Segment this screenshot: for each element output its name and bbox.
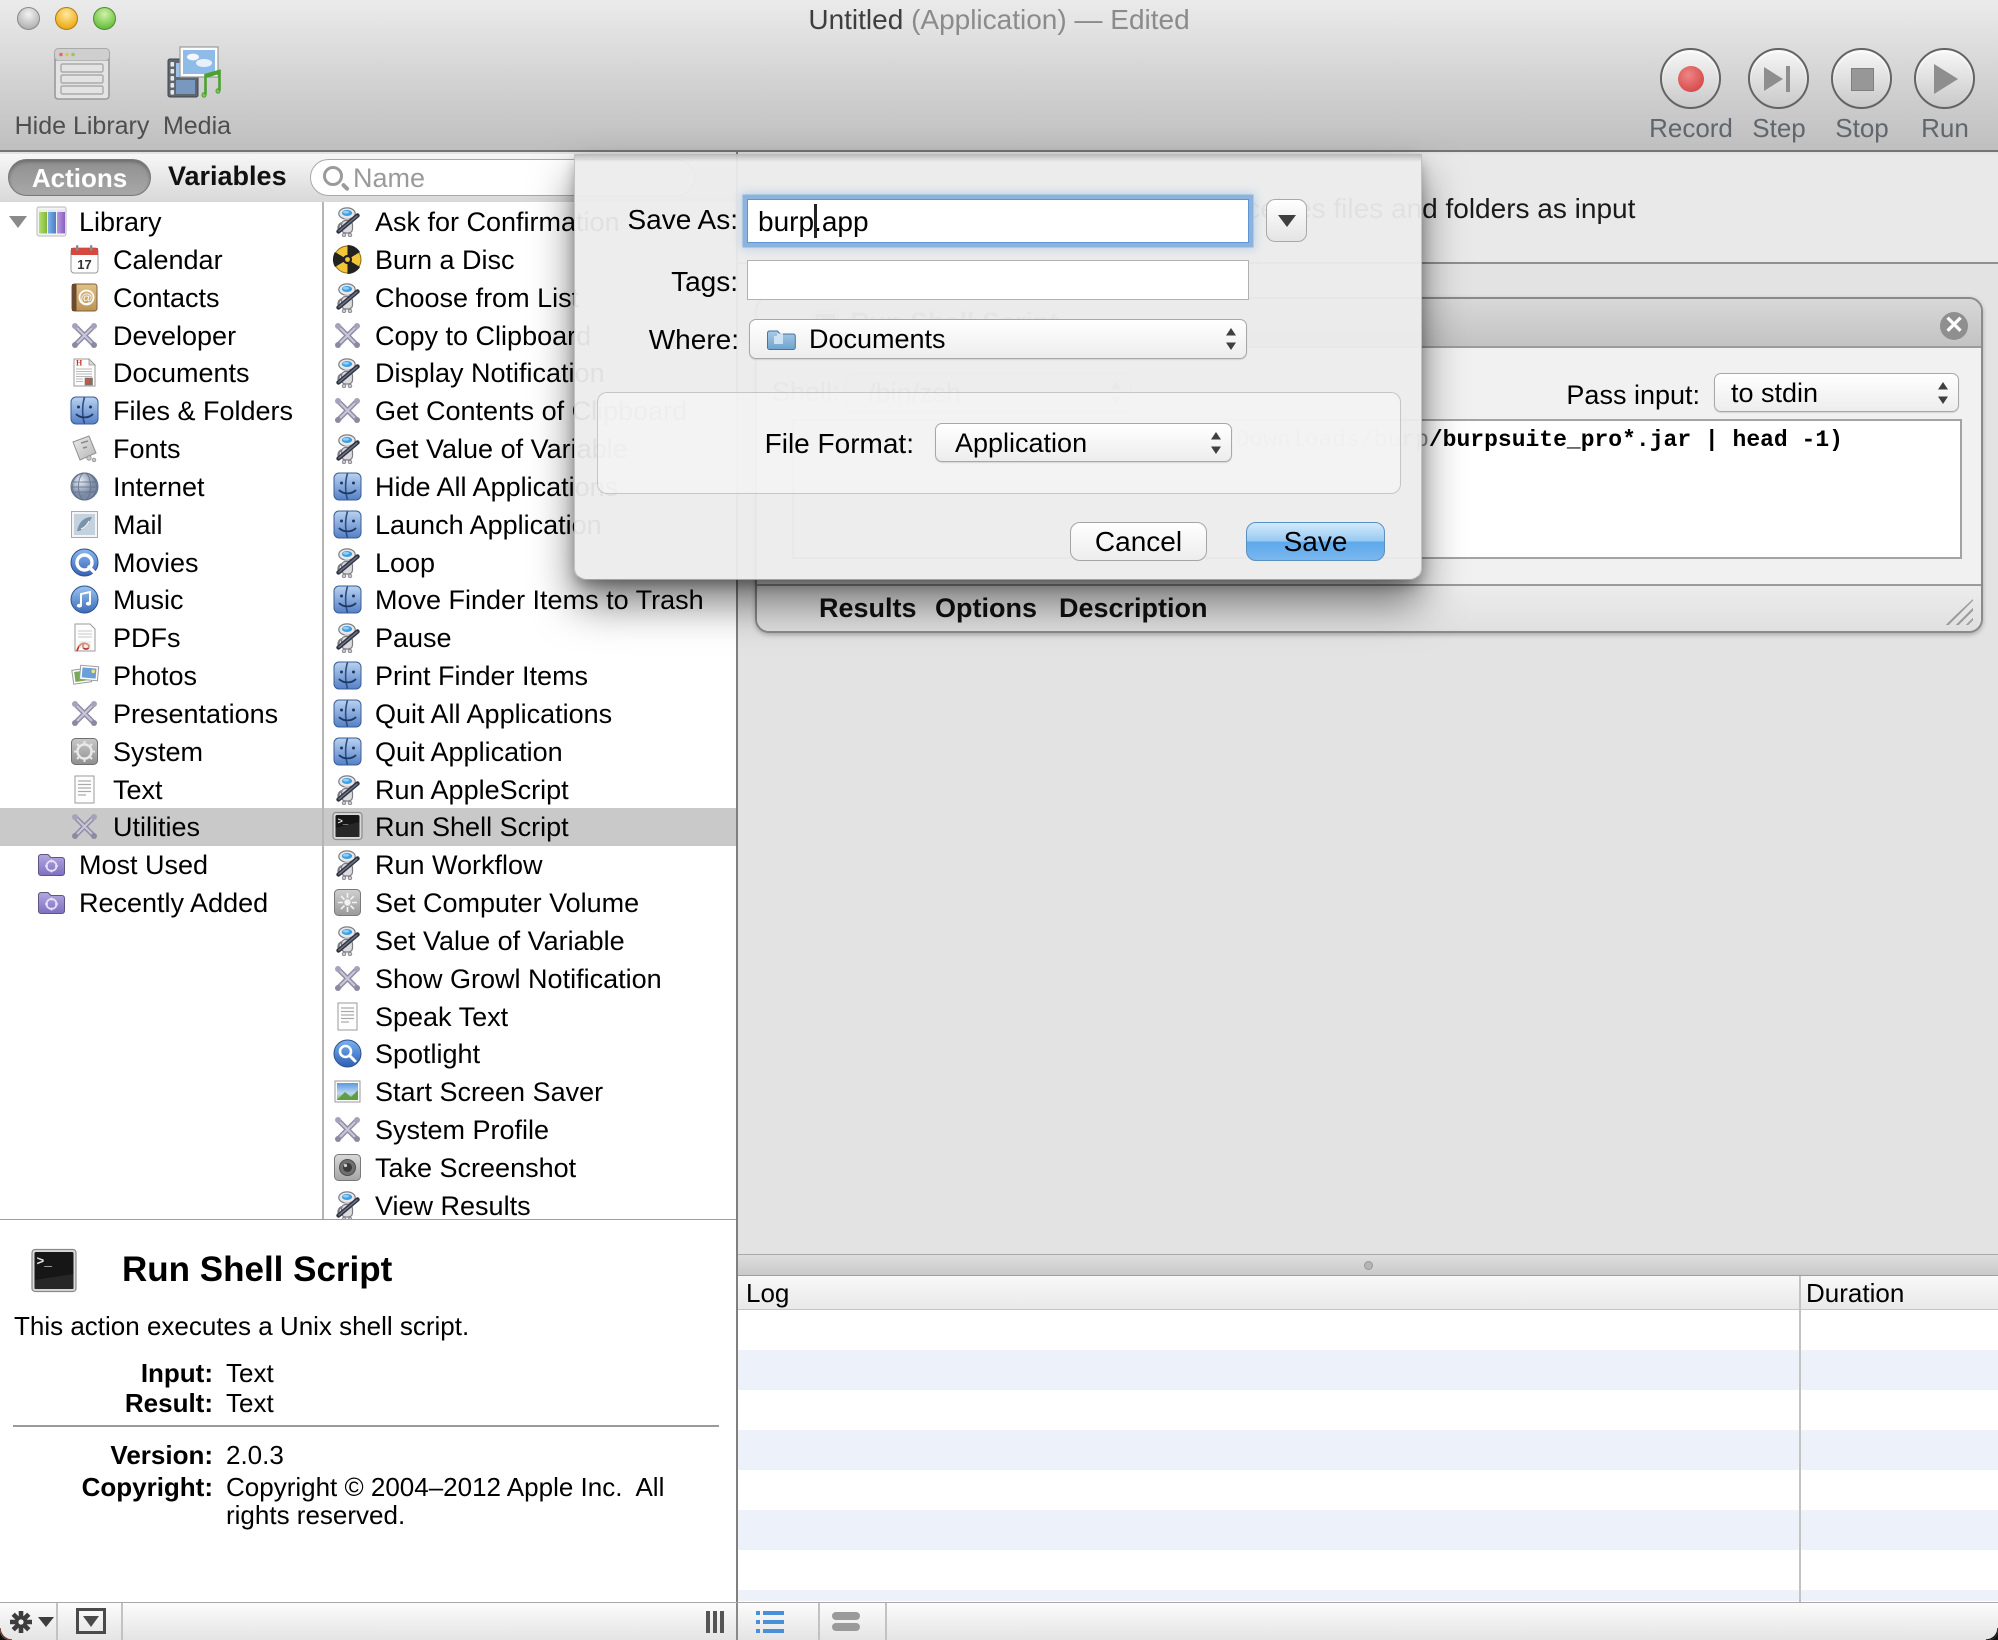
svg-text:17: 17 xyxy=(77,257,91,272)
svg-text:>_: >_ xyxy=(37,1254,53,1269)
svg-text:@: @ xyxy=(80,291,92,305)
svg-text:H: H xyxy=(76,359,83,368)
svg-text:>_: >_ xyxy=(338,817,349,827)
